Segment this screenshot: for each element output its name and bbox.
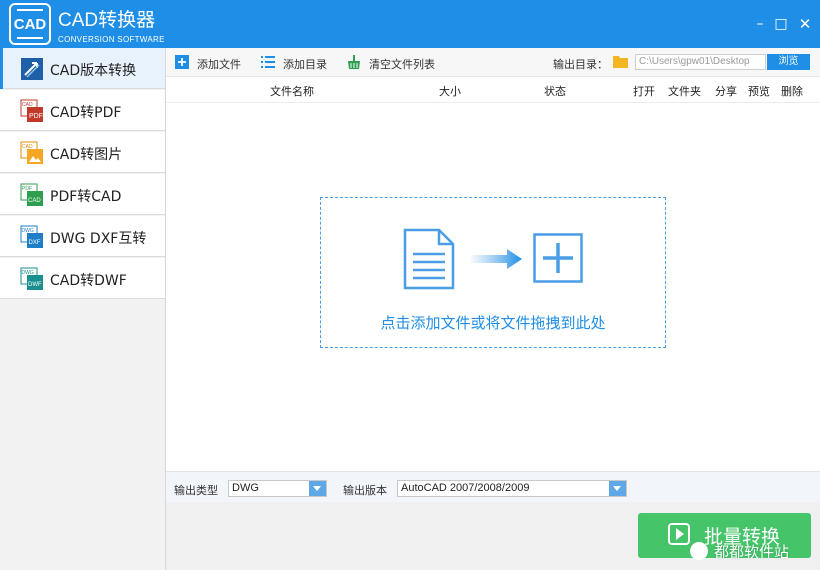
svg-text:PDF: PDF — [29, 113, 43, 120]
col-share: 分享 — [715, 85, 737, 98]
arrow-right-icon — [469, 249, 522, 269]
sidebar-item-label: DWG DXF互转 — [50, 231, 147, 247]
col-preview: 预览 — [748, 85, 770, 98]
output-type-label: 输出类型 — [174, 484, 218, 497]
svg-text:CAD: CAD — [22, 102, 33, 108]
sidebar-item-dwg-dxf[interactable]: DXF DWG DWG DXF互转 — [0, 216, 165, 257]
output-options-bar: 输出类型 DWG 输出版本 AutoCAD 2007/2008/2009 — [166, 471, 820, 502]
play-icon — [668, 523, 690, 545]
output-dir-label: 输出目录： — [553, 58, 608, 71]
file-drop-zone[interactable]: 点击添加文件或将文件拖拽到此处 — [320, 197, 666, 348]
add-folder-label: 添加目录 — [283, 58, 327, 71]
cad-to-pdf-icon: PDF CAD — [20, 99, 43, 122]
close-button[interactable]: ✕ — [795, 14, 815, 34]
sidebar-item-label: CAD版本转换 — [50, 63, 137, 79]
app-logo: CAD — [9, 3, 51, 45]
chevron-down-icon[interactable] — [609, 481, 626, 496]
col-open: 打开 — [633, 85, 655, 98]
document-icon — [403, 228, 455, 290]
sidebar-item-cad-to-dwf[interactable]: DWF DWG CAD转DWF — [0, 258, 165, 299]
col-status: 状态 — [544, 85, 566, 98]
pdf-to-cad-icon: CAD PDF — [20, 183, 43, 206]
sidebar-item-label: PDF转CAD — [50, 189, 122, 205]
drop-zone-hint: 点击添加文件或将文件拖拽到此处 — [380, 314, 606, 332]
list-icon — [261, 56, 275, 68]
title-bar: CAD CAD转换器 CONVERSION SOFTWARE – □ ✕ — [0, 0, 820, 48]
file-table-header: 文件名称 大小 状态 打开 文件夹 分享 预览 删除 — [166, 77, 820, 103]
browse-button[interactable]: 浏览 — [767, 54, 810, 70]
col-file-name: 文件名称 — [270, 85, 314, 98]
add-icon — [533, 233, 583, 283]
active-indicator — [0, 48, 3, 89]
cad-to-dwf-icon: DWF DWG — [20, 267, 43, 290]
output-version-value: AutoCAD 2007/2008/2009 — [401, 482, 530, 494]
add-file-icon — [175, 55, 189, 69]
output-path-input[interactable]: C:\Users\gpw01\Desktop — [635, 54, 766, 70]
watermark-text: 都都软件站 — [714, 543, 790, 561]
sidebar-item-label: CAD转PDF — [50, 105, 122, 121]
col-delete: 删除 — [781, 85, 803, 98]
cad-version-icon — [21, 58, 43, 80]
output-type-select[interactable]: DWG — [228, 480, 327, 497]
sidebar-item-cad-version[interactable]: CAD版本转换 — [0, 48, 165, 89]
app-title: CAD转换器 — [58, 10, 156, 31]
sidebar-item-label: CAD转DWF — [50, 273, 127, 289]
sidebar-item-pdf-to-cad[interactable]: CAD PDF PDF转CAD — [0, 174, 165, 215]
folder-icon — [613, 56, 628, 68]
svg-text:PDF: PDF — [22, 186, 32, 192]
dwg-dxf-icon: DXF DWG — [20, 225, 43, 248]
svg-text:DWF: DWF — [28, 282, 42, 288]
clear-list-label: 清空文件列表 — [369, 58, 435, 71]
sidebar: CAD版本转换 PDF CAD CAD转PDF CAD CAD转图片 CAD P… — [0, 48, 166, 570]
svg-text:DWG: DWG — [22, 270, 34, 276]
output-type-value: DWG — [232, 482, 259, 494]
svg-text:CAD: CAD — [28, 198, 41, 204]
broom-icon — [348, 55, 360, 69]
col-folder: 文件夹 — [668, 85, 701, 98]
svg-text:DWG: DWG — [22, 228, 34, 234]
logo-arrow-bottom — [17, 37, 43, 39]
svg-text:CAD: CAD — [22, 144, 33, 150]
watermark-logo-icon — [690, 542, 708, 560]
sidebar-item-cad-to-pdf[interactable]: PDF CAD CAD转PDF — [0, 90, 165, 131]
logo-arrow-top — [17, 9, 43, 11]
minimize-button[interactable]: – — [750, 14, 770, 34]
cad-to-image-icon: CAD — [20, 141, 43, 164]
add-file-label: 添加文件 — [197, 58, 241, 71]
output-version-label: 输出版本 — [343, 484, 387, 497]
chevron-down-icon[interactable] — [309, 481, 326, 496]
sidebar-item-label: CAD转图片 — [50, 147, 123, 163]
svg-text:DXF: DXF — [29, 240, 41, 246]
sidebar-item-cad-to-image[interactable]: CAD CAD转图片 — [0, 132, 165, 173]
toolbar: 添加文件 添加目录 清空文件列表 输出目录： C:\Users\gpw01\De… — [166, 48, 820, 77]
logo-text: CAD — [13, 16, 47, 33]
col-size: 大小 — [439, 85, 461, 98]
output-version-select[interactable]: AutoCAD 2007/2008/2009 — [397, 480, 627, 497]
maximize-button[interactable]: □ — [771, 14, 791, 34]
app-subtitle: CONVERSION SOFTWARE — [58, 35, 165, 44]
